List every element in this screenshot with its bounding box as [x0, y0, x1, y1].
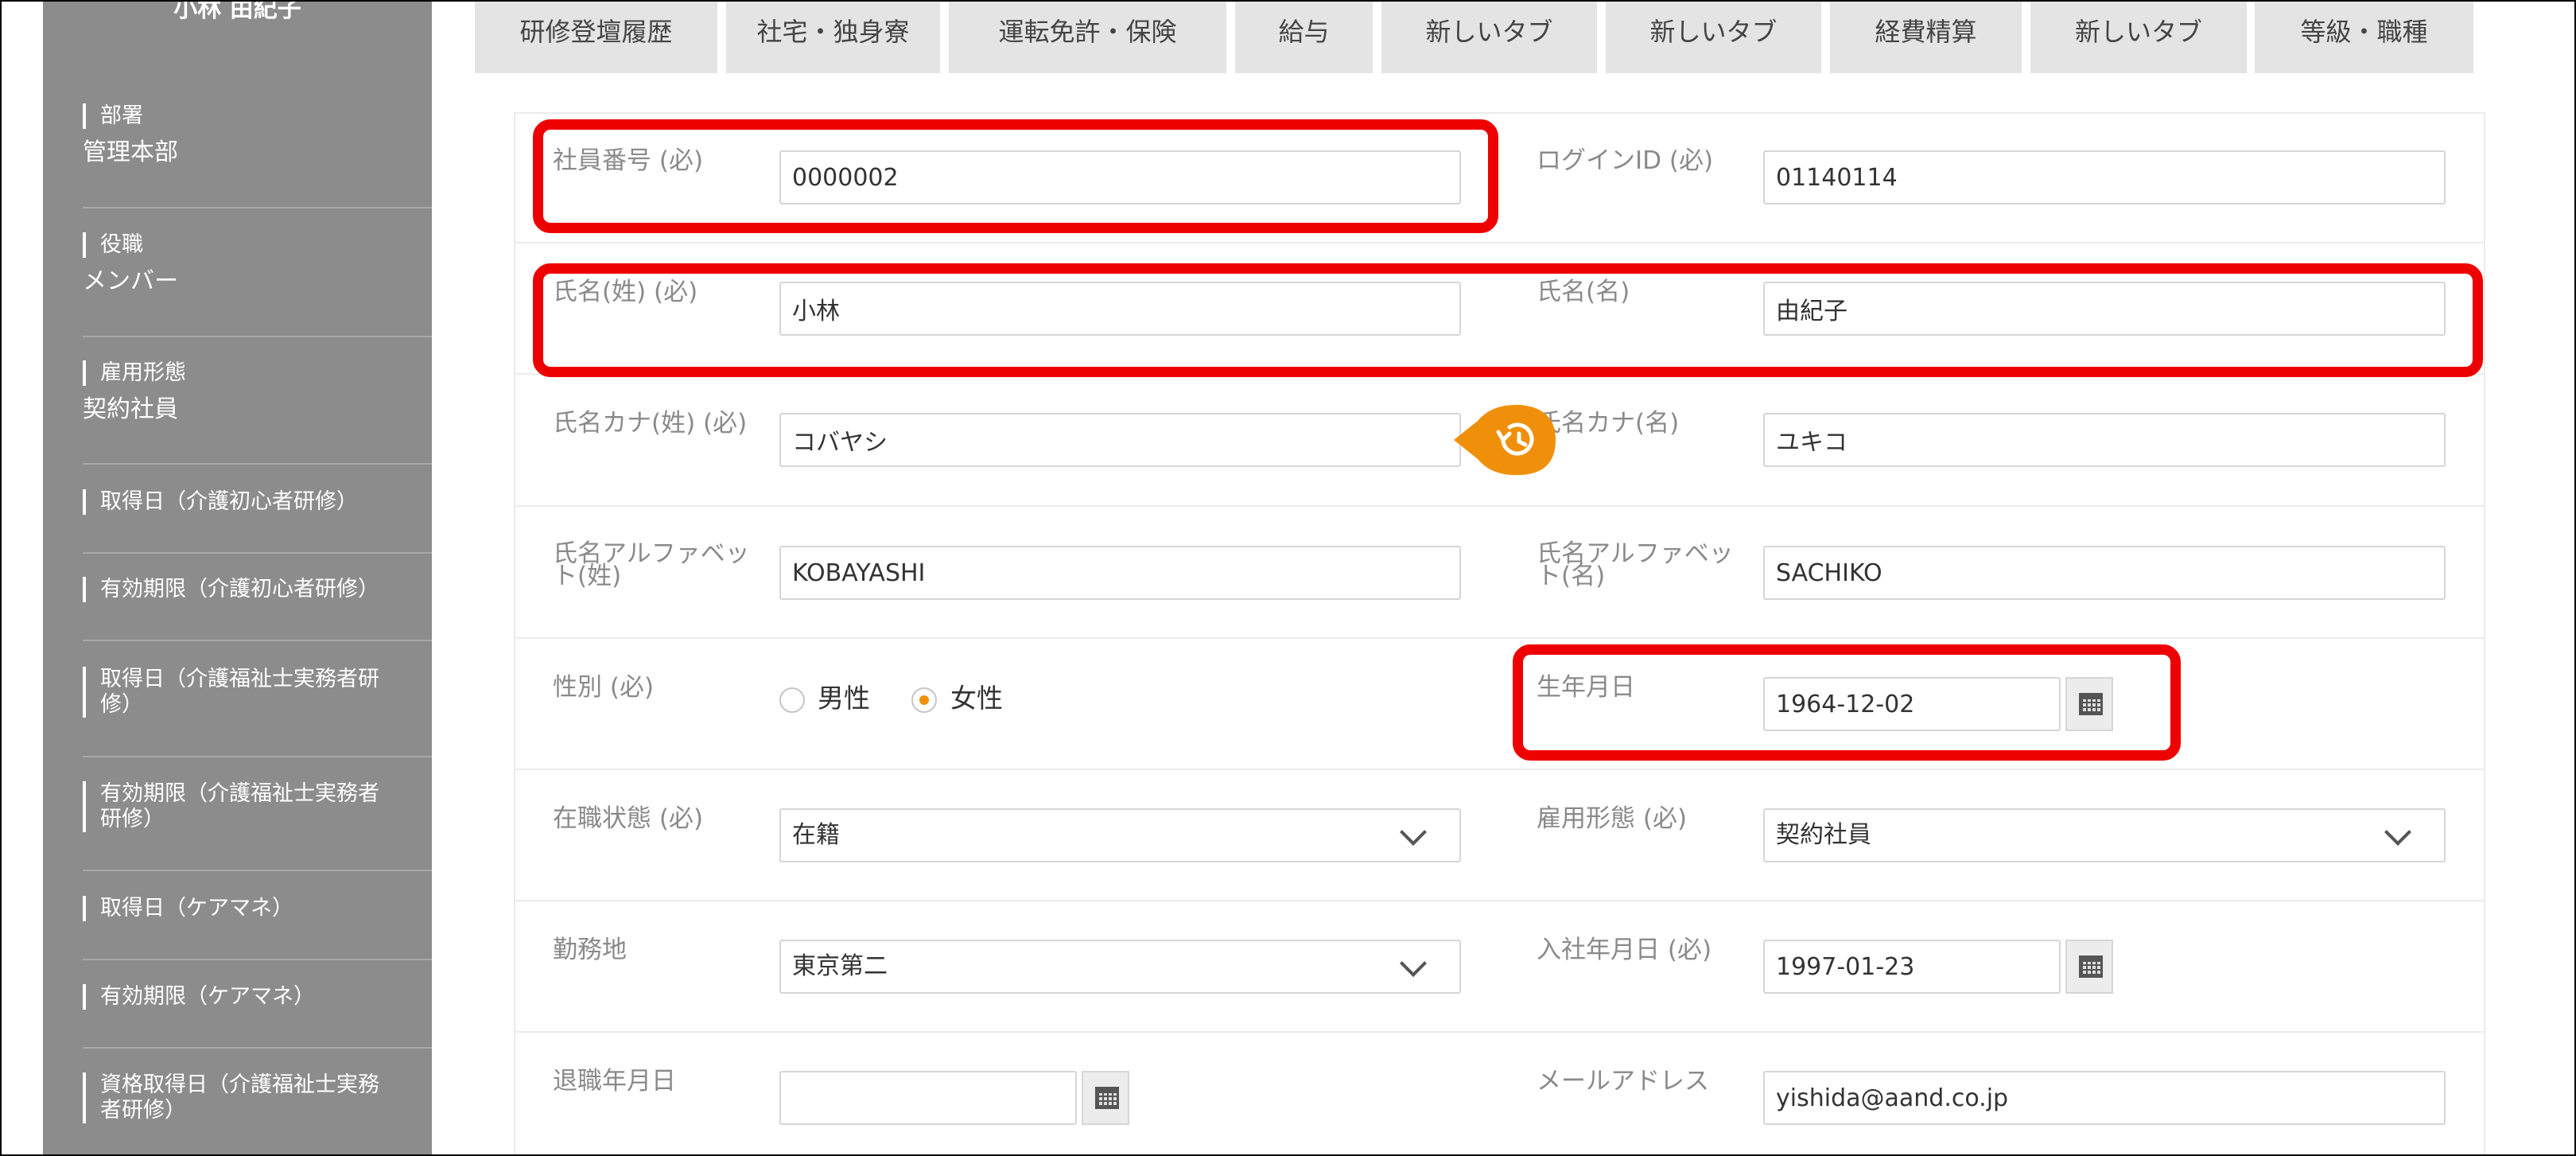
sidebar-item-label: 役職: [83, 232, 393, 258]
highlight-name: [533, 263, 2483, 377]
sidebar-item-acq-beginner: 取得日（介護初心者研修）: [83, 489, 393, 515]
hire-date-input[interactable]: [1763, 940, 2061, 994]
sidebar-item-employment-type: 雇用形態 契約社員: [83, 360, 393, 424]
tab-expenses[interactable]: 経費精算: [1830, 2, 2022, 73]
calendar-icon: [1095, 1087, 1119, 1109]
email-input[interactable]: [1763, 1071, 2446, 1125]
sidebar-item-label: 部署: [83, 103, 393, 129]
workplace-select[interactable]: 東京第二: [779, 940, 1461, 994]
calendar-icon: [2079, 956, 2103, 978]
employment-type-label: 雇用形態 (必): [1537, 804, 1688, 833]
gender-female-label[interactable]: 女性: [950, 684, 1003, 713]
first-alpha-label-line2: ト(名): [1537, 562, 1606, 590]
sidebar-item-exp-beginner: 有効期限（介護初心者研修）: [83, 577, 393, 602]
row-divider: [514, 637, 2484, 639]
employment-status-select[interactable]: 在籍: [779, 808, 1461, 862]
chevron-down-icon: [2384, 819, 2411, 846]
sidebar-item-label: 有効期限（介護福祉士実務者研修）: [83, 781, 393, 832]
tab-new-3[interactable]: 新しいタブ: [2030, 2, 2247, 73]
sidebar-item-label: 取得日（介護初心者研修）: [83, 489, 393, 515]
hire-date-label: 入社年月日 (必): [1537, 936, 1712, 964]
sidebar-divider: [83, 1047, 432, 1049]
sidebar-item-label: 有効期限（ケアマネ）: [83, 984, 393, 1010]
first-kana-label: 氏名カナ(名): [1537, 409, 1680, 438]
sidebar-item-value: 管理本部: [83, 138, 178, 166]
sidebar-divider: [83, 552, 432, 554]
sidebar-divider: [83, 756, 432, 757]
employment-status-label: 在職状態 (必): [553, 804, 704, 833]
employee-sidebar: 小林 由紀子 部署 管理本部 役職 メンバー 雇用形態 契約社員 取得日（介護初…: [43, 2, 432, 1154]
row-divider: [514, 769, 2484, 770]
sidebar-item-label: 資格取得日（介護福祉士実務者研修）: [83, 1072, 393, 1123]
employee-name: 小林 由紀子: [173, 2, 301, 23]
tab-salary[interactable]: 給与: [1235, 2, 1373, 73]
first-alpha-input[interactable]: [1763, 546, 2446, 600]
sidebar-item-label: 取得日（ケアマネ）: [83, 896, 393, 921]
employment-type-value: 契約社員: [1776, 821, 1871, 849]
gender-male-radio[interactable]: [779, 687, 805, 713]
sidebar-item-cert-practitioner: 資格取得日（介護福祉士実務者研修）: [83, 1072, 393, 1123]
sidebar-item-position: 役職 メンバー: [83, 232, 393, 296]
gender-female-radio[interactable]: [911, 687, 937, 713]
workplace-value: 東京第二: [792, 952, 888, 980]
sidebar-item-label: 取得日（介護福祉士実務者研修）: [83, 667, 393, 718]
first-kana-input[interactable]: [1763, 413, 2446, 467]
last-alpha-label: 氏名アルファベッ ト(姓): [553, 542, 750, 590]
gender-label: 性別 (必): [553, 673, 655, 702]
sidebar-divider: [83, 870, 432, 871]
tab-housing[interactable]: 社宅・独身寮: [726, 2, 940, 73]
last-kana-label: 氏名カナ(姓) (必): [553, 409, 748, 438]
login-id-label: ログインID (必): [1537, 146, 1714, 175]
first-alpha-label: 氏名アルファベッ ト(名): [1537, 542, 1734, 590]
sidebar-item-exp-practitioner: 有効期限（介護福祉士実務者研修）: [83, 781, 393, 832]
tab-license-insurance[interactable]: 運転免許・保険: [949, 2, 1226, 73]
hire-date-calendar-button[interactable]: [2065, 940, 2113, 994]
row-divider: [514, 900, 2484, 901]
sidebar-divider: [83, 959, 432, 960]
sidebar-item-value: メンバー: [83, 267, 178, 295]
email-label: メールアドレス: [1537, 1067, 1709, 1096]
sidebar-item-exp-caremanager: 有効期限（ケアマネ）: [83, 984, 393, 1010]
row-divider: [514, 242, 2484, 243]
tab-grade-job[interactable]: 等級・職種: [2255, 2, 2473, 73]
window-frame: 小林 由紀子 部署 管理本部 役職 メンバー 雇用形態 契約社員 取得日（介護初…: [0, 0, 2576, 1156]
chevron-down-icon: [1400, 819, 1427, 846]
sidebar-item-acq-practitioner: 取得日（介護福祉士実務者研修）: [83, 667, 393, 718]
highlight-birthdate: [1513, 644, 2181, 761]
chevron-down-icon: [1400, 950, 1427, 977]
sidebar-item-label: 有効期限（介護初心者研修）: [83, 577, 393, 602]
retire-date-input[interactable]: [779, 1071, 1077, 1125]
login-id-input[interactable]: [1763, 150, 2446, 204]
tab-training-history[interactable]: 研修登壇履歴: [475, 2, 717, 73]
retire-date-calendar-button[interactable]: [1082, 1071, 1129, 1125]
last-alpha-input[interactable]: [779, 546, 1461, 600]
history-badge[interactable]: [1454, 403, 1557, 477]
highlight-employee-no: [533, 119, 1498, 233]
sidebar-divider: [83, 336, 432, 337]
retire-date-label: 退職年月日: [553, 1067, 676, 1096]
sidebar-divider: [83, 640, 432, 641]
tab-new-2[interactable]: 新しいタブ: [1606, 2, 1821, 73]
sidebar-divider: [83, 207, 432, 208]
gender-male-label[interactable]: 男性: [818, 684, 870, 713]
sidebar-item-acq-caremanager: 取得日（ケアマネ）: [83, 896, 393, 921]
employment-status-value: 在籍: [792, 821, 840, 849]
last-alpha-label-line2: ト(姓): [553, 562, 622, 590]
sidebar-item-value: 契約社員: [83, 395, 178, 423]
tab-new-1[interactable]: 新しいタブ: [1381, 2, 1597, 73]
sidebar-divider: [83, 463, 432, 465]
row-divider: [514, 1031, 2484, 1033]
workplace-label: 勤務地: [553, 936, 627, 964]
sidebar-item-label: 雇用形態: [83, 360, 393, 386]
employment-type-select[interactable]: 契約社員: [1763, 808, 2446, 862]
row-divider: [514, 505, 2484, 507]
sidebar-item-department: 部署 管理本部: [83, 103, 393, 167]
last-kana-input[interactable]: [779, 413, 1461, 467]
